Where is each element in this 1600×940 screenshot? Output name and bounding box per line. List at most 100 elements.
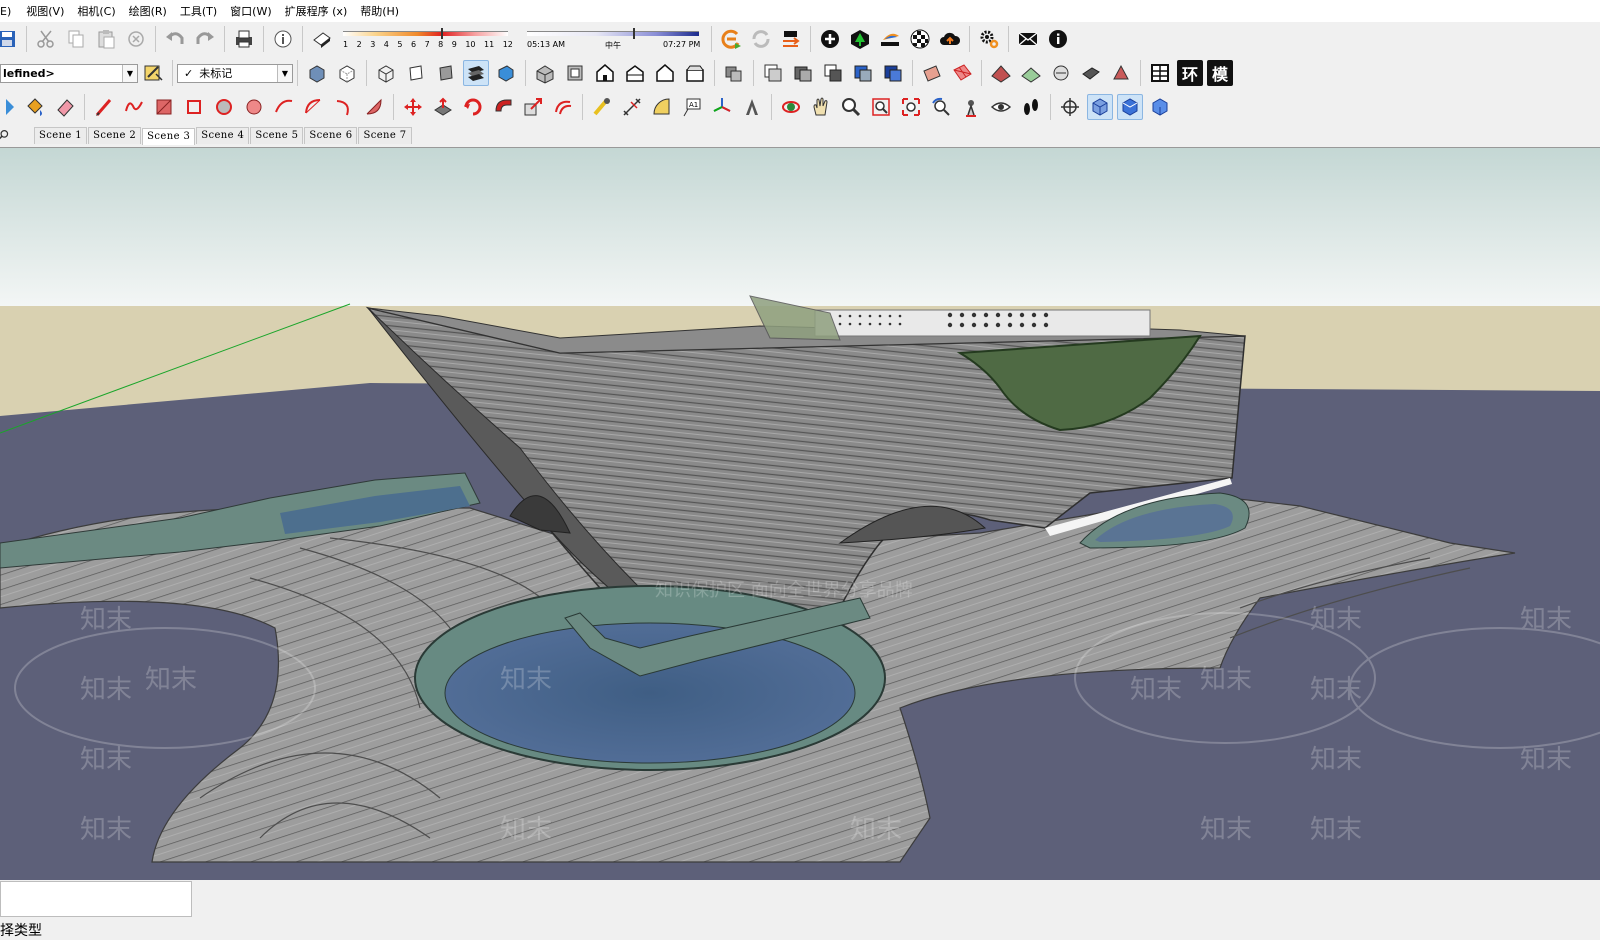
arc-icon[interactable] [271, 94, 297, 120]
xray-style-icon[interactable] [304, 60, 330, 86]
model-text-icon[interactable]: 模 [1207, 60, 1233, 86]
crosshair-section-icon[interactable] [1057, 94, 1083, 120]
redo-icon[interactable] [192, 26, 218, 52]
section-planes-toggle-icon[interactable] [1087, 94, 1113, 120]
shadow-time-slider[interactable]: 05:13 AM 中午 07:27 PM [527, 26, 707, 52]
style-dropdown[interactable]: lefined> ▼ [0, 63, 138, 83]
zoom-window-icon[interactable] [868, 94, 894, 120]
section-cuts-toggle-icon[interactable] [1117, 94, 1143, 120]
scene-tab-active[interactable]: Scene 3 [142, 128, 196, 145]
walk-footprints-icon[interactable] [1018, 94, 1044, 120]
section-blue-icon[interactable] [850, 60, 876, 86]
axes-icon[interactable] [709, 94, 735, 120]
menu-help[interactable]: 帮助(H) [360, 3, 406, 19]
offset-icon[interactable] [550, 94, 576, 120]
menu-draw[interactable]: 绘图(R) [129, 3, 174, 19]
month-slider-thumb[interactable] [441, 28, 443, 39]
checker-sphere-icon[interactable] [907, 26, 933, 52]
menu-tools[interactable]: 工具(T) [180, 3, 224, 19]
transfer-icon[interactable] [778, 26, 804, 52]
shaded-style-icon[interactable] [433, 60, 459, 86]
section-fill-icon[interactable] [760, 60, 786, 86]
menu-edit[interactable]: E) [0, 5, 18, 18]
tape-measure-icon[interactable] [589, 94, 615, 120]
terrain-tool-icon[interactable] [988, 60, 1014, 86]
chevron-down-icon[interactable]: ▼ [277, 64, 292, 82]
left-view-icon[interactable] [682, 60, 708, 86]
zoom-icon[interactable] [838, 94, 864, 120]
erase-circle-icon[interactable] [123, 26, 149, 52]
mail-icon[interactable] [1015, 26, 1041, 52]
measurements-box[interactable] [0, 881, 192, 917]
freehand-icon[interactable] [121, 94, 147, 120]
menu-camera[interactable]: 相机(C) [77, 3, 122, 19]
back-edges-style-icon[interactable] [334, 60, 360, 86]
front-view-icon[interactable] [592, 60, 618, 86]
orbit-icon[interactable] [778, 94, 804, 120]
iso-view-icon[interactable] [532, 60, 558, 86]
scene-tab[interactable]: Scene 2 [88, 127, 142, 144]
print-icon[interactable] [231, 26, 257, 52]
settings-gears-icon[interactable] [976, 26, 1002, 52]
texture-tool-icon[interactable] [919, 60, 945, 86]
polygon-icon[interactable] [241, 94, 267, 120]
follow-me-icon[interactable] [490, 94, 516, 120]
sandbox-tool-icon[interactable] [1018, 60, 1044, 86]
two-point-arc-icon[interactable] [301, 94, 327, 120]
eraser-icon[interactable] [52, 94, 78, 120]
rotate-icon[interactable] [460, 94, 486, 120]
tag-dropdown[interactable]: ✓ 未标记 ▼ [177, 63, 293, 83]
back-view-icon[interactable] [652, 60, 678, 86]
cut-icon[interactable] [33, 26, 59, 52]
grid-tool-icon[interactable] [949, 60, 975, 86]
three-point-arc-icon[interactable] [331, 94, 357, 120]
text-tool-icon[interactable]: A1 [679, 94, 705, 120]
rotated-rectangle-icon[interactable] [181, 94, 207, 120]
search-icon[interactable] [0, 126, 30, 144]
dimension-icon[interactable] [619, 94, 645, 120]
model-info-icon[interactable] [270, 26, 296, 52]
tree-extension-icon[interactable] [847, 26, 873, 52]
time-slider-thumb[interactable] [633, 28, 635, 39]
paste-icon[interactable] [93, 26, 119, 52]
scene-tab[interactable]: Scene 6 [304, 127, 358, 144]
save-icon[interactable] [0, 26, 20, 52]
info-circle-icon[interactable] [1045, 26, 1071, 52]
section-cuts-icon[interactable] [790, 60, 816, 86]
rectangle-icon[interactable] [151, 94, 177, 120]
menu-extensions[interactable]: 扩展程序 (x) [285, 3, 355, 19]
refresh-icon[interactable] [748, 26, 774, 52]
zoom-extents-icon[interactable] [898, 94, 924, 120]
pencil-line-icon[interactable] [91, 94, 117, 120]
pan-hand-icon[interactable] [808, 94, 834, 120]
scene-tab[interactable]: Scene 7 [358, 127, 412, 144]
move-icon[interactable] [400, 94, 426, 120]
wireframe-style-icon[interactable] [373, 60, 399, 86]
scene-tab[interactable]: Scene 1 [34, 127, 88, 144]
circle-icon[interactable] [211, 94, 237, 120]
section-plane-icon[interactable] [721, 60, 747, 86]
right-view-icon[interactable] [622, 60, 648, 86]
extension-e-icon[interactable] [718, 26, 744, 52]
model-scene[interactable]: 知末 知末 知末 知末 知末 知末 知末 知末 知末 知末 知末 知末 知末 知… [0, 148, 1600, 881]
section-display-icon[interactable] [820, 60, 846, 86]
menu-view[interactable]: 视图(V) [26, 3, 71, 19]
push-pull-icon[interactable] [430, 94, 456, 120]
menu-window[interactable]: 窗口(W) [230, 3, 278, 19]
hidden-line-style-icon[interactable] [403, 60, 429, 86]
protractor-icon[interactable] [649, 94, 675, 120]
drape-tool-icon[interactable] [1048, 60, 1074, 86]
chevron-down-icon[interactable]: ▼ [122, 64, 137, 82]
previous-view-icon[interactable] [928, 94, 954, 120]
undo-icon[interactable] [162, 26, 188, 52]
position-camera-icon[interactable] [958, 94, 984, 120]
paint-bucket-icon[interactable] [22, 94, 48, 120]
shadow-month-slider[interactable]: 1 2 3 4 5 6 7 8 9 10 11 12 [341, 26, 521, 52]
scene-tab[interactable]: Scene 4 [196, 127, 250, 144]
section-dark-blue-icon[interactable] [880, 60, 906, 86]
shaded-textures-style-icon[interactable] [463, 60, 489, 86]
flip-edge-tool-icon[interactable] [1108, 60, 1134, 86]
model-viewport[interactable]: 知末 知末 知末 知末 知末 知末 知末 知末 知末 知末 知末 知末 知末 知… [0, 147, 1600, 881]
monochrome-style-icon[interactable] [493, 60, 519, 86]
select-arrow-icon[interactable] [0, 94, 18, 120]
